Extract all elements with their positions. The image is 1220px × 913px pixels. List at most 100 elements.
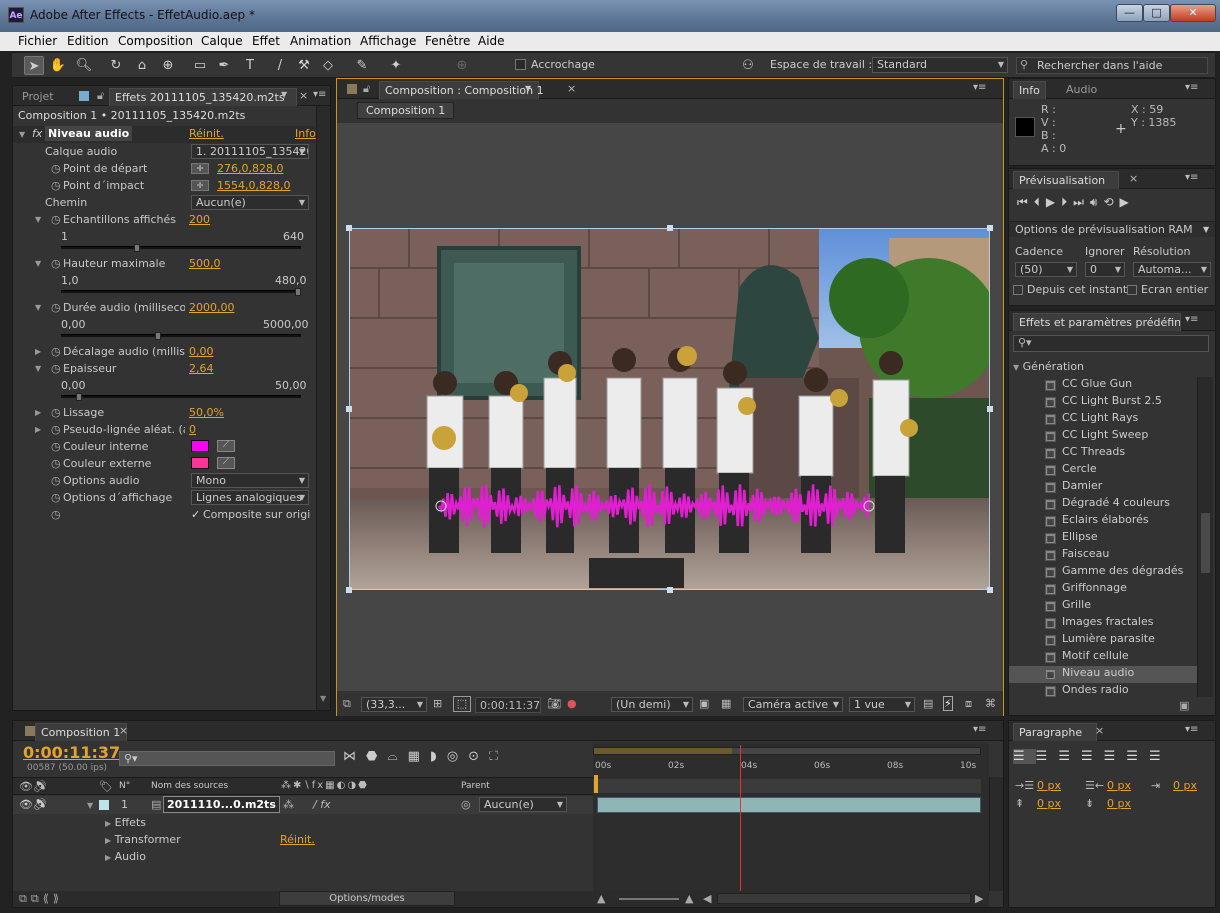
space-after-value[interactable]: 0 px (1107, 797, 1131, 810)
max-height-slider[interactable] (61, 288, 301, 296)
panel-toggle-icons[interactable]: ⧉⧉⟪⟫ (19, 892, 63, 906)
current-time-indicator[interactable] (740, 745, 742, 891)
eyedropper-icon[interactable]: ⟋ (217, 440, 235, 452)
audio-duration-value[interactable]: 2000,00 (189, 301, 235, 314)
from-current-checkbox[interactable] (1013, 285, 1023, 295)
expand-triangle-icon[interactable]: ▼ (35, 259, 41, 268)
justify-center-icon[interactable]: ☰ (1104, 749, 1127, 764)
effects-scrollbar[interactable]: ▼ (316, 106, 330, 710)
handle[interactable] (987, 225, 993, 231)
toggle-pixel-aspect-icon[interactable]: ▤ (923, 697, 933, 710)
new-preset-icon[interactable]: ▣ (1179, 699, 1189, 712)
handle[interactable] (667, 225, 673, 231)
dropdown-icon[interactable]: ▼ (1203, 225, 1209, 234)
layer-duration-bar[interactable] (597, 797, 981, 813)
ignore-select[interactable]: 0 (1085, 262, 1125, 277)
effect-list-item[interactable]: ▦ Ondes radio (1009, 683, 1199, 697)
effect-list-item[interactable]: ▦ Ellipse (1009, 530, 1199, 547)
justify-right-icon[interactable]: ☰ (1126, 749, 1149, 764)
stopwatch-icon[interactable]: ◷ (51, 257, 61, 270)
inside-color-swatch[interactable] (191, 440, 209, 452)
menu-edition[interactable]: Edition (67, 34, 109, 48)
samples-value[interactable]: 200 (189, 213, 210, 226)
transform-group[interactable]: ▶ Transformer Réinit. (105, 833, 317, 846)
frame-blending-icon[interactable]: ▦ (408, 749, 430, 764)
in-marker[interactable] (594, 775, 598, 793)
max-height-value[interactable]: 500,0 (189, 257, 221, 270)
scroll-left-icon[interactable]: ◀ (703, 892, 711, 905)
prev-frame-icon[interactable]: ⏴ (1034, 195, 1046, 209)
panel-menu-icon[interactable]: ▾≡ (1185, 724, 1198, 735)
maximize-button[interactable]: □ (1143, 4, 1170, 22)
live-update-icon[interactable]: ⛶ (489, 749, 508, 764)
stopwatch-icon[interactable]: ◷ (51, 345, 61, 358)
stopwatch-icon[interactable]: ◷ (51, 474, 61, 487)
effect-list-item[interactable]: ▦ Dégradé 4 couleurs (1009, 496, 1199, 513)
slider-thumb[interactable] (134, 244, 140, 252)
scroll-down-icon[interactable]: ▼ (320, 694, 326, 703)
effect-reset-link[interactable]: Réinit. (189, 127, 224, 140)
visibility-icon[interactable]: 👁︎🔊︎ (19, 798, 47, 811)
flowchart-icon[interactable]: ⌘ (985, 697, 996, 710)
eraser-tool-icon[interactable]: ◇ (318, 56, 338, 75)
effect-list-item[interactable]: ▦ Niveau audio (1009, 666, 1199, 683)
stopwatch-icon[interactable]: ◷ (51, 162, 61, 175)
menu-composition[interactable]: Composition (118, 34, 193, 48)
slider-thumb[interactable] (76, 393, 82, 401)
snapping-checkbox[interactable] (515, 59, 526, 70)
tab-effects[interactable]: Effets 20111105_135420.m2ts (109, 88, 297, 106)
lock-icon[interactable] (79, 91, 89, 101)
col-source-name[interactable]: Nom des sources (151, 781, 228, 791)
stopwatch-icon[interactable]: ◷ (51, 213, 61, 226)
first-frame-icon[interactable]: ⏮ (1017, 195, 1034, 209)
ram-preview-icon[interactable]: ▶ (1120, 195, 1135, 209)
brainstorm-icon[interactable]: ⊙ (468, 749, 489, 764)
menu-fichier[interactable]: Fichier (18, 34, 57, 48)
effect-list-item[interactable]: ▦ Griffonnage (1009, 581, 1199, 598)
work-area-bar[interactable] (593, 747, 981, 755)
shy-icon[interactable]: ⁂ (283, 798, 294, 811)
always-preview-icon[interactable]: ⧉ (343, 697, 351, 711)
start-point-value[interactable]: 276,0,828,0 (217, 162, 283, 175)
view-layout-select[interactable]: 1 vue (849, 697, 915, 712)
puppet-tool-icon[interactable]: ✦ (386, 56, 406, 75)
effect-list-item[interactable]: ▦ Lumière parasite (1009, 632, 1199, 649)
menu-effet[interactable]: Effet (252, 34, 280, 48)
padlock-icon[interactable]: 🔓︎ (97, 89, 104, 103)
fast-preview-icon[interactable]: ⚡ (943, 696, 953, 711)
minimize-button[interactable]: — (1116, 4, 1143, 22)
comp-nav-tab[interactable]: Composition 1 (357, 102, 455, 119)
layer-name[interactable]: 2011110...0.m2ts (163, 796, 280, 813)
motion-blur-icon[interactable]: ◗ (430, 749, 447, 764)
zoom-in-icon[interactable]: ▲ (685, 892, 693, 905)
tab-info[interactable]: Info (1013, 81, 1046, 99)
audio-offset-value[interactable]: 0,00 (189, 345, 214, 358)
fx-icon[interactable]: fx (32, 127, 42, 140)
handle[interactable] (987, 587, 993, 593)
ruler-track[interactable] (593, 779, 981, 793)
roto-brush-icon[interactable]: ✎ (352, 56, 372, 75)
work-area-range[interactable] (594, 748, 732, 754)
panel-menu-icon[interactable]: ▾≡ (1185, 314, 1198, 325)
last-frame-icon[interactable]: ⏭ (1073, 195, 1090, 209)
effect-list-item[interactable]: ▦ Images fractales (1009, 615, 1199, 632)
menu-aide[interactable]: Aide (478, 34, 505, 48)
menu-affichage[interactable]: Affichage (360, 34, 416, 48)
expand-triangle-icon[interactable]: ▼ (19, 130, 25, 139)
draft-3d-icon[interactable]: ⬣ (366, 749, 387, 764)
workspace-select[interactable]: Standard (872, 57, 1008, 73)
expand-triangle-icon[interactable]: ▼ (87, 801, 93, 810)
checkbox-checked-icon[interactable]: ✓ (191, 508, 200, 521)
close-icon[interactable]: × (567, 82, 576, 95)
layer-bounding-box[interactable] (349, 228, 990, 590)
expand-triangle-icon[interactable]: ▼ (35, 303, 41, 312)
effect-list-item[interactable]: ▦ CC Light Sweep (1009, 428, 1199, 445)
region-of-interest-icon[interactable]: ▣ (699, 697, 709, 710)
align-right-icon[interactable]: ☰ (1058, 749, 1081, 764)
help-search-input[interactable]: Rechercher dans l'aide (1016, 57, 1208, 74)
fx-switch-icon[interactable]: / fx (313, 798, 331, 811)
tab-preview[interactable]: Prévisualisation (1013, 171, 1119, 189)
pickwhip-icon[interactable]: ◎ (461, 798, 471, 811)
effect-list-item[interactable]: ▦ CC Threads (1009, 445, 1199, 462)
rotate-tool-icon[interactable]: ↻ (106, 56, 126, 75)
